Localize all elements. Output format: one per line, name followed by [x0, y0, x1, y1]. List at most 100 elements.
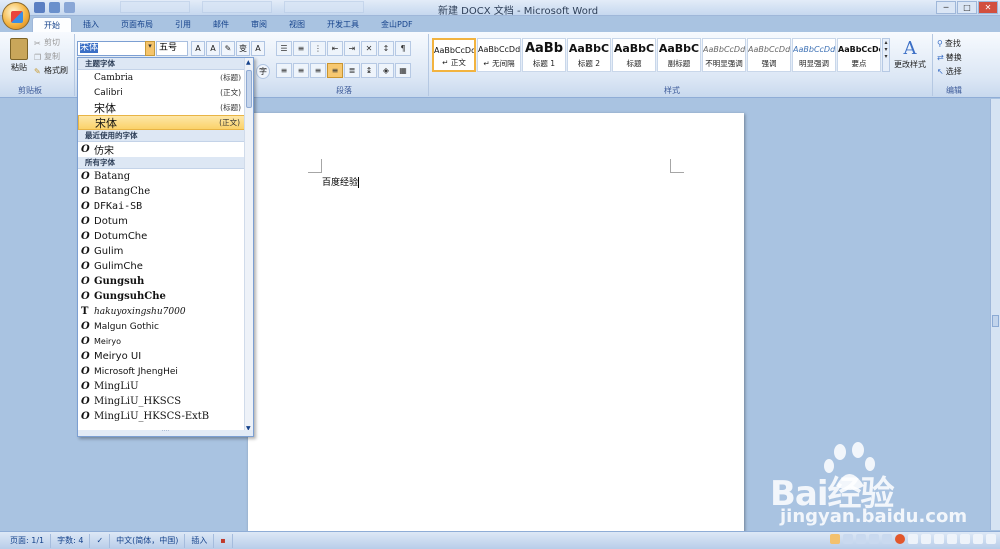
clear-format-button[interactable]: ✎ [221, 41, 235, 56]
resize-grip[interactable]: ···· [78, 429, 253, 436]
restore-button[interactable]: □ [957, 1, 977, 14]
font-option[interactable]: O BatangChe [78, 184, 253, 199]
ime-punct-icon[interactable] [921, 534, 931, 544]
tab-references[interactable]: 引用 [164, 17, 202, 33]
font-option[interactable]: O GungsuhChe [78, 289, 253, 304]
style-no-spacing[interactable]: AaBbCcDd ↵ 无间隔 [477, 38, 521, 72]
page-count[interactable]: 页面: 1/1 [4, 533, 52, 548]
font-option[interactable]: O Gulim [78, 244, 253, 259]
tab-developer[interactable]: 开发工具 [316, 17, 370, 33]
font-option[interactable]: O Dotum [78, 214, 253, 229]
font-option[interactable]: O MingLiU [78, 379, 253, 394]
style-gallery-scroll[interactable]: ▴ ▾ ▾ [882, 38, 890, 72]
style-normal[interactable]: AaBbCcDd ↵ 正文 [432, 38, 476, 72]
font-option[interactable]: 宋体 (标题) [78, 100, 253, 115]
align-left-button[interactable]: ≡ [276, 63, 292, 78]
pinyin-button[interactable]: 变 [236, 41, 250, 56]
dropdown-scrollbar[interactable]: ▲ ▼ [244, 58, 253, 436]
scrollbar-thumb[interactable] [992, 315, 999, 327]
close-button[interactable]: ✕ [978, 1, 998, 14]
font-dropdown-button[interactable]: ▾ [145, 41, 155, 56]
font-option[interactable]: O DFKai-SB [78, 199, 253, 214]
align-right-button[interactable]: ≡ [310, 63, 326, 78]
style-subtle-emphasis[interactable]: AaBbCcDd 不明显强调 [702, 38, 746, 72]
tab-home[interactable]: 开始 [32, 17, 72, 33]
word-count[interactable]: 字数: 4 [51, 533, 91, 548]
web-layout-icon[interactable] [856, 534, 866, 544]
shading-button[interactable]: ◈ [378, 63, 394, 78]
font-option-selected[interactable]: 宋体 (正文) [78, 115, 253, 130]
copy-button[interactable]: ❐ 复制 [34, 51, 60, 62]
insert-mode[interactable]: 插入 [185, 533, 215, 548]
font-option[interactable]: Cambria (标题) [78, 70, 253, 85]
style-intense-emphasis[interactable]: AaBbCcDd 明显强调 [792, 38, 836, 72]
scrollbar-thumb[interactable] [246, 70, 252, 108]
shrink-font-button[interactable]: A [206, 41, 220, 56]
tab-insert[interactable]: 插入 [72, 17, 110, 33]
tab-view[interactable]: 视图 [278, 17, 316, 33]
ime-tools-icon[interactable] [986, 534, 996, 544]
style-title[interactable]: AaBbC 标题 [612, 38, 656, 72]
font-name-input[interactable]: 宋体 [77, 41, 155, 56]
font-size-input[interactable]: 五号 [156, 41, 188, 56]
increase-indent-button[interactable]: ⇥ [344, 41, 360, 56]
font-option[interactable]: O DotumChe [78, 229, 253, 244]
font-option[interactable]: O Microsoft JhengHei [78, 364, 253, 379]
ime-mode-icon[interactable] [908, 534, 918, 544]
change-styles-button[interactable]: A 更改样式 [893, 38, 927, 70]
office-button[interactable] [2, 2, 30, 30]
justify-button[interactable]: ≡ [327, 63, 343, 78]
style-heading-1[interactable]: AaBb 标题 1 [522, 38, 566, 72]
paste-button[interactable]: 粘贴 [8, 36, 30, 78]
font-option[interactable]: Thakuyoxingshu7000 [78, 304, 253, 319]
numbering-button[interactable]: ≡ [293, 41, 309, 56]
cut-button[interactable]: ✂ 剪切 [34, 37, 60, 48]
replace-button[interactable]: ⇄ 替换 [937, 52, 962, 63]
outline-icon[interactable] [869, 534, 879, 544]
font-option[interactable]: O MingLiU_HKSCS [78, 394, 253, 409]
font-option[interactable]: O Meiryo [78, 334, 253, 349]
redo-icon[interactable] [64, 2, 75, 13]
enclose-char-button[interactable]: 字 [256, 64, 270, 79]
style-heading-2[interactable]: AaBbC 标题 2 [567, 38, 611, 72]
undo-icon[interactable] [49, 2, 60, 13]
style-emphasis[interactable]: AaBbCcDd 强调 [747, 38, 791, 72]
font-option[interactable]: Calibri (正文) [78, 85, 253, 100]
font-option[interactable]: O Meiryo UI [78, 349, 253, 364]
full-screen-icon[interactable] [843, 534, 853, 544]
align-center-button[interactable]: ≡ [293, 63, 309, 78]
grow-font-button[interactable]: A [191, 41, 205, 56]
proofing-icon[interactable]: ✓ [90, 533, 111, 548]
minimize-button[interactable]: ─ [936, 1, 956, 14]
scroll-up-icon[interactable]: ▲ [246, 59, 251, 66]
bullets-button[interactable]: ☰ [276, 41, 292, 56]
find-button[interactable]: ⚲ 查找 [937, 38, 961, 49]
tab-review[interactable]: 审阅 [240, 17, 278, 33]
ime-skin-icon[interactable] [973, 534, 983, 544]
language-indicator[interactable]: 中文(简体，中国) [110, 533, 186, 548]
print-layout-icon[interactable] [830, 534, 840, 544]
style-subtitle[interactable]: AaBbC 副标题 [657, 38, 701, 72]
line-spacing-button[interactable]: ↨ [361, 63, 377, 78]
draft-icon[interactable] [882, 534, 892, 544]
font-option[interactable]: O GulimChe [78, 259, 253, 274]
style-strong[interactable]: AaBbCcDd 要点 [837, 38, 881, 72]
tab-mailings[interactable]: 邮件 [202, 17, 240, 33]
select-button[interactable]: ↖ 选择 [937, 66, 962, 77]
distributed-button[interactable]: ≣ [344, 63, 360, 78]
decrease-indent-button[interactable]: ⇤ [327, 41, 343, 56]
document-text[interactable]: 百度经验 [322, 175, 360, 188]
font-option[interactable]: O 仿宋 [78, 142, 253, 157]
format-painter-button[interactable]: ✎ 格式刷 [34, 65, 68, 76]
save-icon[interactable] [34, 2, 45, 13]
ime-voice-icon[interactable] [947, 534, 957, 544]
macro-record-icon[interactable]: ▪ [214, 533, 233, 548]
font-option[interactable]: O Batang [78, 169, 253, 184]
chinese-layout-button[interactable]: ✕ [361, 41, 377, 56]
tab-page-layout[interactable]: 页面布局 [110, 17, 164, 33]
font-option[interactable]: O MingLiU_HKSCS-ExtB [78, 409, 253, 424]
borders-button[interactable]: ▦ [395, 63, 411, 78]
ime-emoji-icon[interactable] [934, 534, 944, 544]
ime-keyboard-icon[interactable] [960, 534, 970, 544]
char-border-button[interactable]: A [251, 41, 265, 56]
